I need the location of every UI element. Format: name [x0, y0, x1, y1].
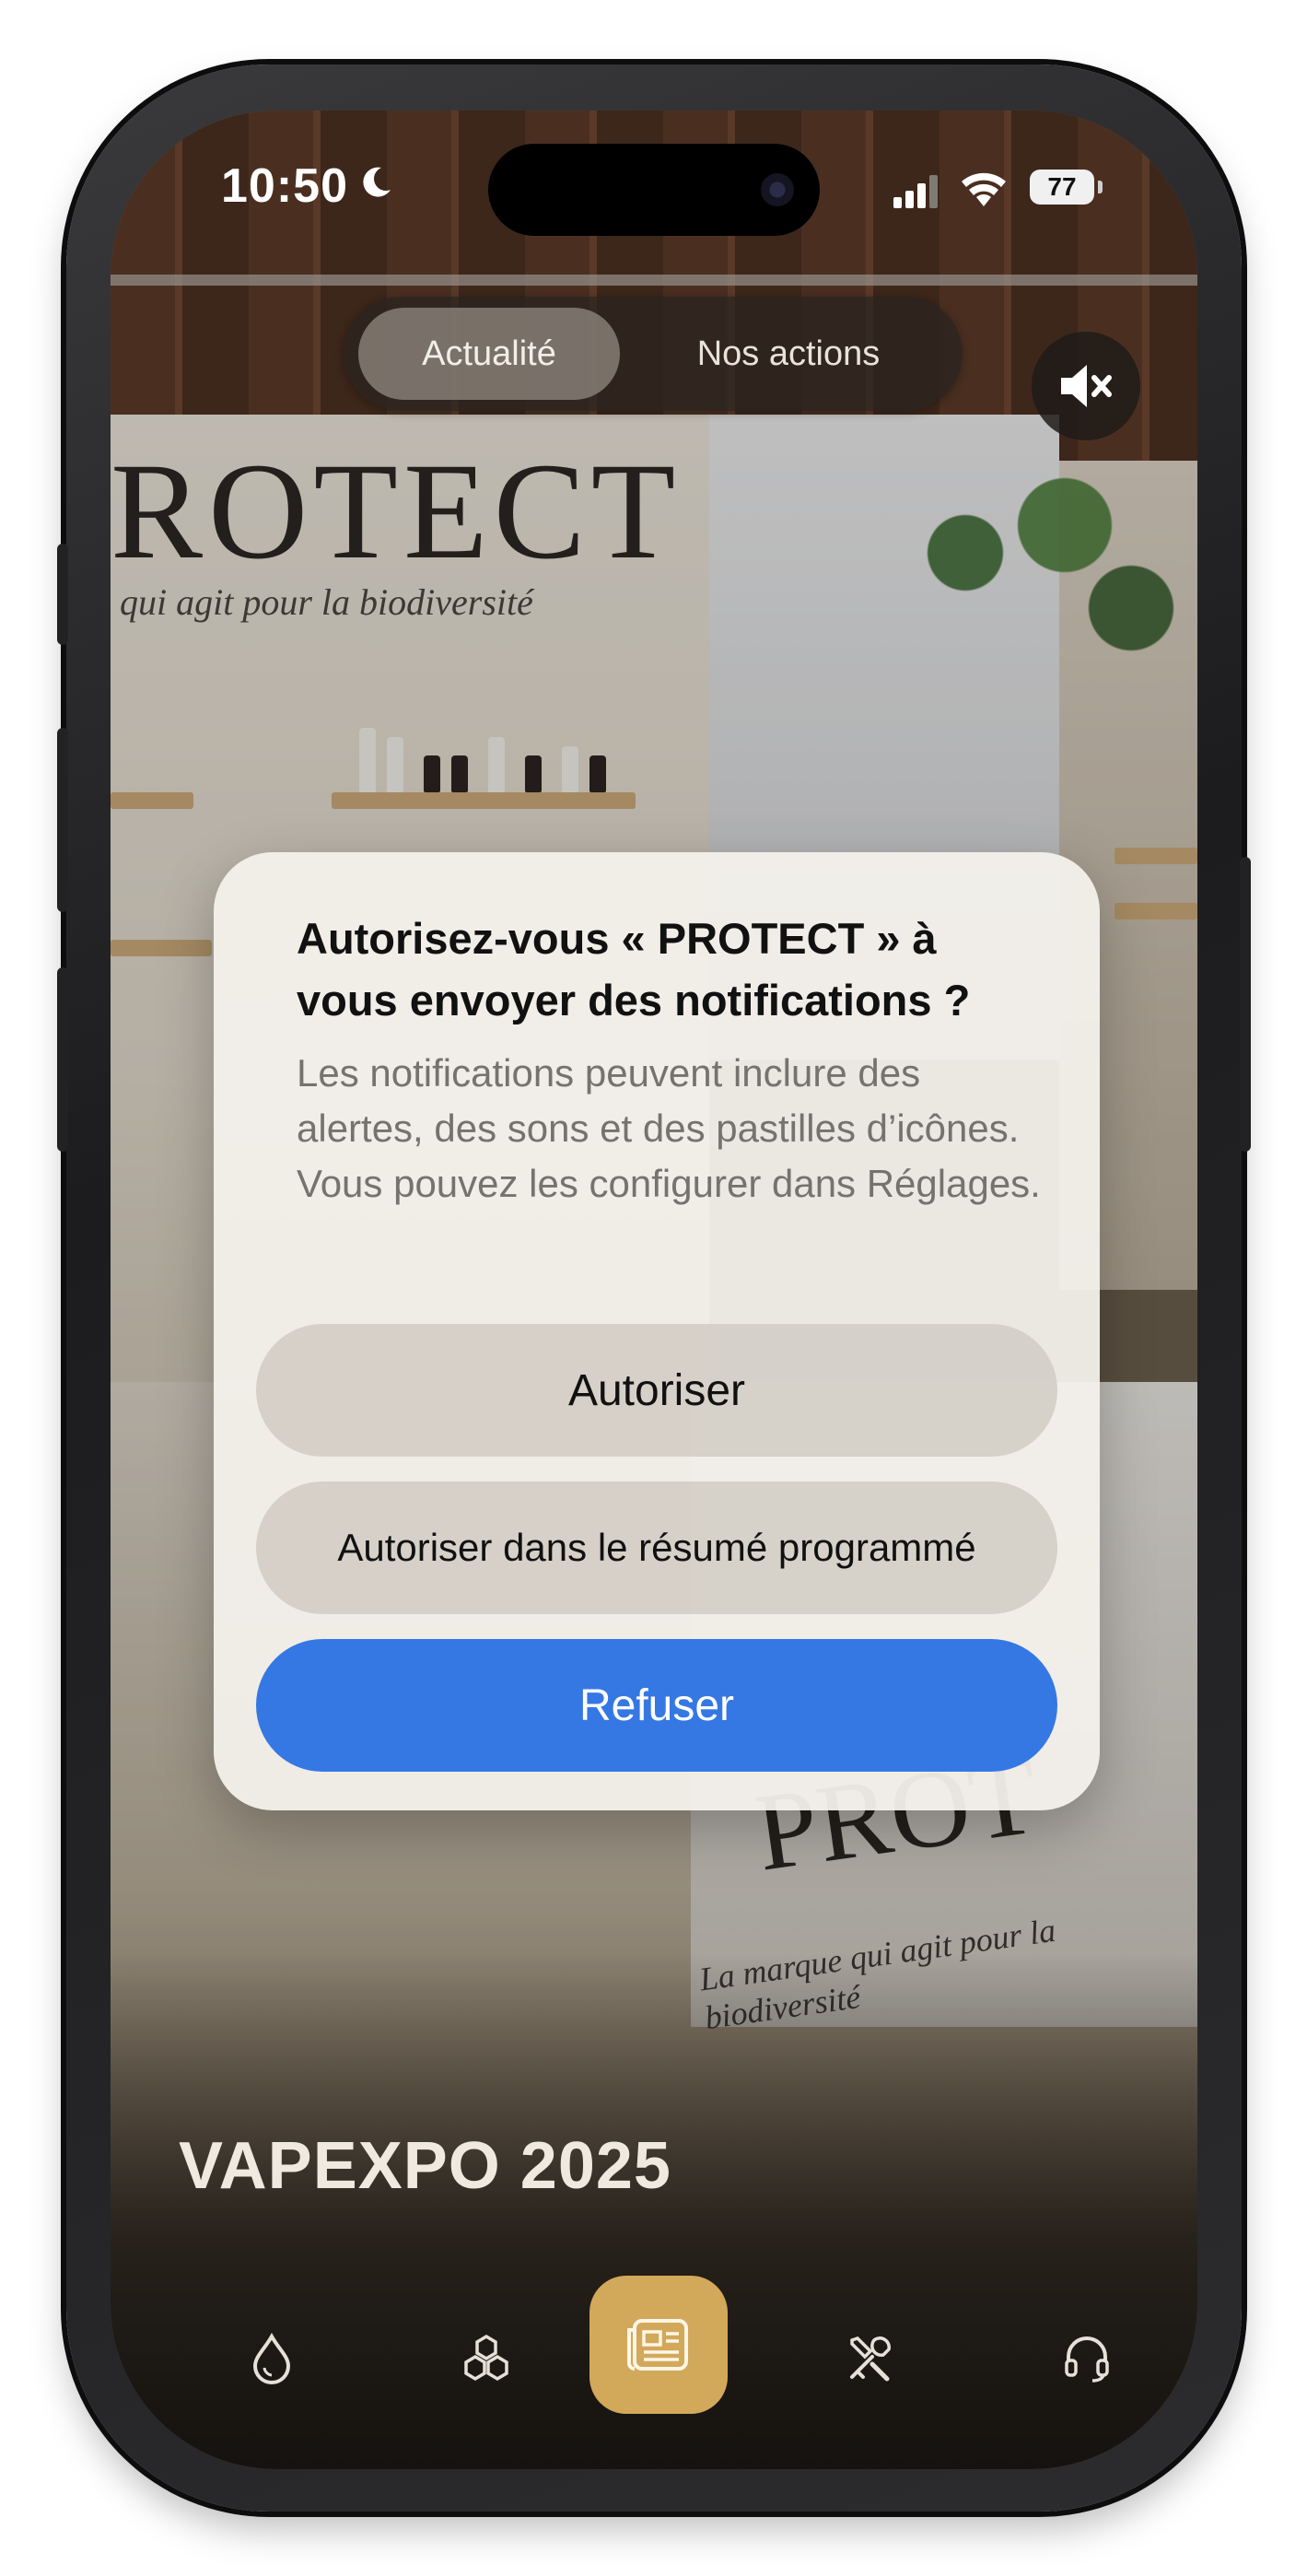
allow-button[interactable]: Autoriser — [256, 1324, 1057, 1457]
allow-in-summary-button[interactable]: Autoriser dans le résumé programmé — [256, 1481, 1057, 1614]
battery-icon: 77 — [1030, 170, 1103, 205]
speaker-muted-icon — [1061, 365, 1112, 407]
tab-item-hexagons[interactable] — [440, 2313, 532, 2405]
newspaper-icon — [627, 2319, 688, 2371]
action-button — [57, 544, 68, 645]
signal-icon — [893, 175, 938, 208]
tab-item-tools[interactable] — [824, 2313, 916, 2405]
alert-title: Autorisez-vous « PROTECT » à vous envoye… — [297, 914, 971, 1025]
mute-button[interactable] — [1032, 332, 1140, 440]
moon-icon — [363, 167, 391, 197]
alert-message: Les notifications peuvent inclure des al… — [297, 1051, 1041, 1205]
drop-icon — [252, 2333, 291, 2384]
power-button — [1240, 857, 1251, 1152]
status-time: 10:50 — [221, 159, 348, 213]
hexagons-icon — [464, 2334, 508, 2382]
dynamic-island — [488, 144, 820, 236]
tab-item-news[interactable] — [589, 2276, 728, 2414]
volume-down-button — [57, 967, 68, 1152]
tab-actualite[interactable]: Actualité — [358, 308, 620, 400]
tab-bar — [111, 2276, 1197, 2441]
tab-item-support[interactable] — [1041, 2313, 1133, 2405]
headset-icon — [1065, 2336, 1109, 2383]
deny-button[interactable]: Refuser — [256, 1639, 1057, 1772]
tab-item-drop[interactable] — [226, 2313, 318, 2405]
notification-permission-alert: Autorisez-vous « PROTECT » à vous envoye… — [214, 852, 1100, 1810]
wifi-icon — [962, 172, 1006, 206]
tab-nos-actions[interactable]: Nos actions — [629, 308, 948, 400]
page-title: VAPEXPO 2025 — [179, 2129, 671, 2203]
segmented-control: Actualité Nos actions — [344, 297, 963, 411]
tools-icon — [850, 2336, 891, 2382]
volume-up-button — [57, 728, 68, 912]
camera-icon — [761, 173, 794, 206]
screen: ROTECT qui agit pour la biodiversité PRO… — [111, 111, 1197, 2469]
